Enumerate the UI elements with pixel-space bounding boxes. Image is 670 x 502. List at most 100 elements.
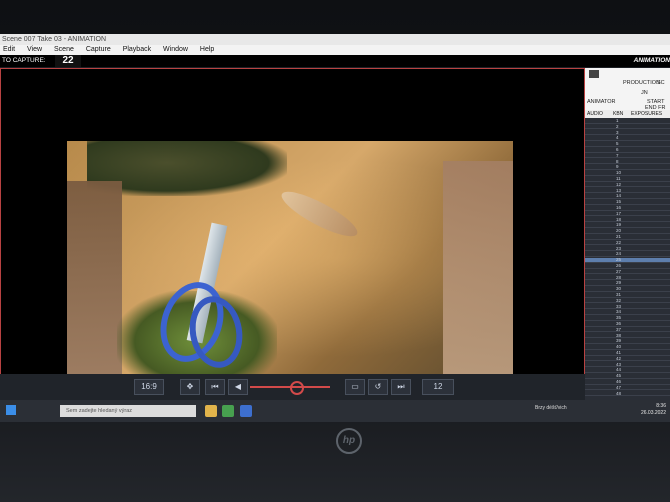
step-back-button[interactable]: ◀: [228, 379, 248, 395]
menu-scene[interactable]: Scene: [54, 46, 74, 53]
sheet-row-number: 31: [616, 292, 622, 297]
sheet-row[interactable]: 15: [585, 199, 670, 205]
sheet-row[interactable]: 34: [585, 309, 670, 315]
sheet-row-number: 17: [616, 210, 622, 216]
sheet-row-number: 6: [616, 147, 619, 152]
sheet-row-number: 41: [616, 350, 622, 355]
sheet-row[interactable]: 29: [585, 280, 670, 286]
sheet-row-number: 21: [616, 234, 622, 239]
sheet-row[interactable]: 13: [585, 188, 670, 194]
sheet-row-number: 27: [616, 268, 622, 274]
clock-time: 8:36: [656, 403, 666, 409]
sheet-row[interactable]: 35: [585, 315, 670, 321]
sheet-row[interactable]: 33: [585, 304, 670, 310]
sheet-row[interactable]: 25: [585, 257, 670, 263]
sheet-row[interactable]: 3: [585, 130, 670, 136]
sheet-row[interactable]: 12: [585, 182, 670, 188]
sheet-row[interactable]: 26: [585, 263, 670, 269]
menu-playback[interactable]: Playback: [123, 46, 151, 53]
sheet-row[interactable]: 38: [585, 333, 670, 339]
sheet-row-number: 1: [616, 118, 619, 123]
sheet-row-number: 12: [616, 181, 622, 187]
sheet-row[interactable]: 4: [585, 135, 670, 141]
sheet-row-number: 20: [616, 228, 622, 234]
taskbar-search-input[interactable]: Sem zadejte hledaný výraz: [60, 405, 196, 417]
sheet-grid[interactable]: 1 2 3 4 5 6 7 8 9 10 11 12 13 14 15 16 17 18 19 20 21 22 23 24 2…: [585, 118, 670, 400]
sheet-row[interactable]: 19: [585, 222, 670, 228]
sheet-row[interactable]: 41: [585, 350, 670, 356]
first-frame-button[interactable]: ⏮: [205, 379, 225, 395]
sheet-row[interactable]: 46: [585, 379, 670, 385]
sheet-row[interactable]: 48: [585, 391, 670, 397]
sheet-row[interactable]: 5: [585, 141, 670, 147]
windows-start-icon[interactable]: [6, 405, 16, 415]
sheet-row[interactable]: 36: [585, 321, 670, 327]
sheet-row-number: 39: [616, 338, 622, 344]
sheet-row[interactable]: 47: [585, 385, 670, 391]
sheet-row-number: 33: [616, 303, 622, 309]
move-button[interactable]: ✥: [180, 379, 200, 395]
sheet-row[interactable]: 17: [585, 211, 670, 217]
sheet-row-number: 18: [616, 216, 622, 222]
printer-icon[interactable]: [589, 70, 599, 78]
app-icon[interactable]: [240, 405, 252, 417]
sheet-row[interactable]: 23: [585, 246, 670, 252]
sheet-row[interactable]: 39: [585, 338, 670, 344]
sheet-row-number: 28: [616, 274, 622, 280]
sheet-row[interactable]: 43: [585, 362, 670, 368]
timeline-knob[interactable]: [290, 381, 304, 395]
menu-capture[interactable]: Capture: [86, 46, 111, 53]
sheet-row[interactable]: 27: [585, 269, 670, 275]
rock-right: [443, 161, 513, 375]
sheet-row[interactable]: 14: [585, 193, 670, 199]
sheet-row[interactable]: 21: [585, 234, 670, 240]
aspect-ratio[interactable]: 16:9: [134, 379, 164, 395]
last-frame-button[interactable]: ⏭: [391, 379, 411, 395]
sheet-row[interactable]: 7: [585, 153, 670, 159]
sheet-row[interactable]: 45: [585, 373, 670, 379]
scene-label: SC: [657, 80, 665, 86]
kbn-column: KBN: [613, 111, 624, 117]
sheet-row[interactable]: 40: [585, 344, 670, 350]
sheet-row[interactable]: 1: [585, 118, 670, 124]
sheet-row[interactable]: 8: [585, 159, 670, 165]
sheet-row[interactable]: 37: [585, 327, 670, 333]
sheet-row[interactable]: 31: [585, 292, 670, 298]
sheet-row[interactable]: 44: [585, 367, 670, 373]
sheet-row[interactable]: 20: [585, 228, 670, 234]
sheet-row[interactable]: 30: [585, 286, 670, 292]
playback-controls: 16:9 ✥ ⏮ ◀ ▭ ↺ ⏭ 12: [0, 374, 585, 400]
sheet-row[interactable]: 22: [585, 240, 670, 246]
sheet-row[interactable]: 24: [585, 251, 670, 257]
sheet-row[interactable]: 2: [585, 124, 670, 130]
sheet-row[interactable]: 6: [585, 147, 670, 153]
menu-window[interactable]: Window: [163, 46, 188, 53]
sync-button[interactable]: ↺: [368, 379, 388, 395]
sheet-row[interactable]: 11: [585, 176, 670, 182]
menu-help[interactable]: Help: [200, 46, 214, 53]
sheet-row-number: 30: [616, 286, 622, 292]
file-explorer-icon[interactable]: [205, 405, 217, 417]
chrome-icon[interactable]: [222, 405, 234, 417]
sheet-row[interactable]: 42: [585, 356, 670, 362]
sheet-row-number: 16: [616, 205, 622, 210]
sheet-row-number: 4: [616, 135, 619, 141]
menu-view[interactable]: View: [27, 46, 42, 53]
sheet-row-number: 48: [616, 390, 622, 396]
sheet-row[interactable]: 16: [585, 205, 670, 211]
sheet-row[interactable]: 28: [585, 275, 670, 281]
fps-select[interactable]: 12: [422, 379, 454, 395]
sheet-row[interactable]: 9: [585, 164, 670, 170]
sheet-row[interactable]: 10: [585, 170, 670, 176]
sheet-row-number: 3: [616, 129, 619, 135]
menu-edit[interactable]: Edit: [3, 46, 15, 53]
sheet-column-headers: AUDIO KBN EXPOSURES: [585, 110, 670, 118]
window-title: Scene 007 Take 03 - ANIMATION: [0, 34, 670, 45]
loop-button[interactable]: ▭: [345, 379, 365, 395]
exposure-sheet: PRODUCTION SC JN ANIMATOR START END FR A…: [585, 68, 670, 400]
sheet-row[interactable]: 18: [585, 217, 670, 223]
sheet-row[interactable]: 32: [585, 298, 670, 304]
app-label: ANIMATION: [633, 57, 670, 64]
sheet-header: PRODUCTION SC JN ANIMATOR START END FR: [585, 68, 670, 111]
sheet-row-number: 9: [616, 164, 619, 170]
